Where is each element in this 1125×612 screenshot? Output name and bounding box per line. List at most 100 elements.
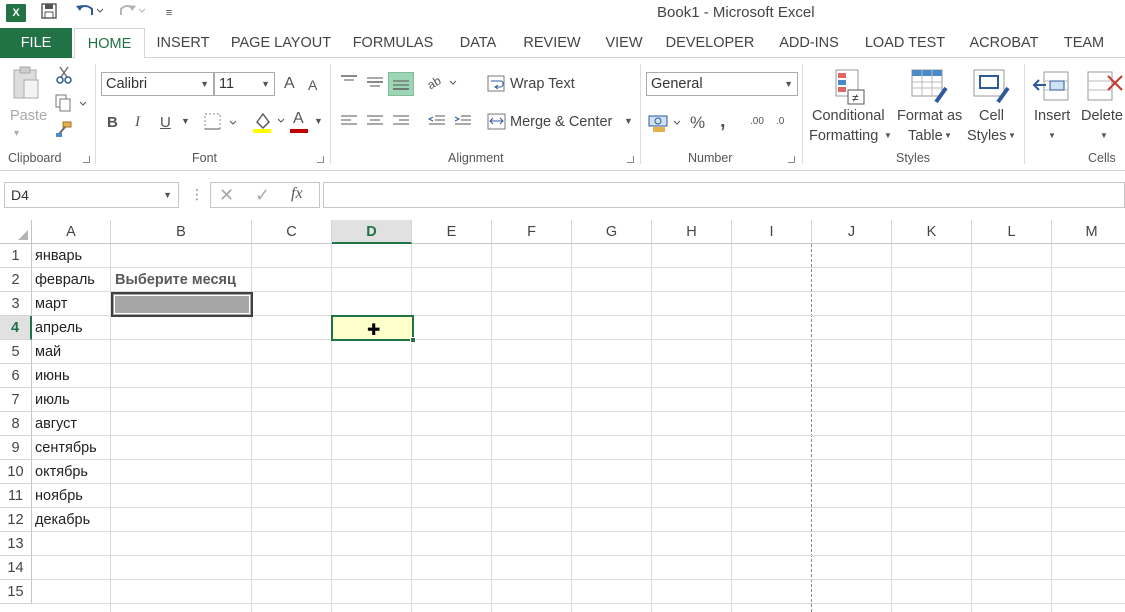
align-right-icon[interactable]: [390, 114, 412, 130]
wrap-text-icon[interactable]: [487, 75, 507, 93]
paste-dropdown-icon[interactable]: ▾: [14, 128, 19, 139]
delete-cells-icon[interactable]: [1086, 68, 1125, 104]
row-header-15[interactable]: 15: [0, 580, 32, 604]
row-header-6[interactable]: 6: [0, 364, 32, 388]
merge-center-button[interactable]: Merge & Center: [510, 114, 612, 130]
tab-data[interactable]: DATA: [450, 28, 506, 58]
tab-view[interactable]: VIEW: [598, 28, 650, 58]
column-header-h[interactable]: H: [652, 220, 732, 244]
align-middle-icon[interactable]: [364, 74, 386, 90]
column-header-c[interactable]: C: [252, 220, 332, 244]
delete-cells-button[interactable]: Delete: [1081, 108, 1123, 124]
fill-color-icon[interactable]: [252, 110, 288, 134]
tab-review[interactable]: REVIEW: [516, 28, 588, 58]
conditional-formatting-label-2[interactable]: Formatting: [809, 128, 878, 144]
format-as-table-icon[interactable]: [910, 68, 950, 106]
row-header-4[interactable]: 4: [0, 316, 32, 340]
paste-label[interactable]: Paste: [10, 108, 47, 124]
column-header-d[interactable]: D: [332, 220, 412, 244]
increase-decimal-button[interactable]: .00: [750, 116, 764, 127]
row-header-8[interactable]: 8: [0, 412, 32, 436]
paste-icon[interactable]: [10, 66, 42, 102]
conditional-formatting-icon[interactable]: ≠: [832, 68, 870, 106]
column-header-k[interactable]: K: [892, 220, 972, 244]
merge-dropdown-icon[interactable]: ▼: [624, 116, 633, 126]
clipboard-launcher-icon[interactable]: [83, 156, 90, 163]
increase-indent-icon[interactable]: [452, 114, 474, 130]
row-header-14[interactable]: 14: [0, 556, 32, 580]
row-header-11[interactable]: 11: [0, 484, 32, 508]
cell-a9[interactable]: сентябрь: [35, 436, 97, 460]
align-bottom-icon[interactable]: [388, 72, 414, 96]
font-launcher-icon[interactable]: [317, 156, 324, 163]
row-header-2[interactable]: 2: [0, 268, 32, 292]
chevron-down-icon[interactable]: ▼: [1008, 131, 1016, 140]
cell-a7[interactable]: июль: [35, 388, 70, 412]
cell-a3[interactable]: март: [35, 292, 67, 316]
tab-formulas[interactable]: FORMULAS: [346, 28, 440, 58]
cell-b2-label[interactable]: Выберите месяц: [115, 268, 236, 292]
tab-insert[interactable]: INSERT: [150, 28, 216, 58]
cut-icon[interactable]: [54, 66, 74, 86]
tab-home[interactable]: HOME: [74, 28, 145, 59]
select-all-icon[interactable]: [0, 220, 32, 244]
tab-file[interactable]: FILE: [0, 28, 72, 58]
bold-button[interactable]: B: [107, 114, 118, 131]
underline-button[interactable]: U: [160, 114, 171, 131]
column-header-e[interactable]: E: [412, 220, 492, 244]
cell-a10[interactable]: октябрь: [35, 460, 88, 484]
row-header-9[interactable]: 9: [0, 436, 32, 460]
percent-button[interactable]: %: [690, 113, 705, 133]
tab-load-test[interactable]: LOAD TEST: [858, 28, 952, 58]
cell-b3-month-select[interactable]: [111, 292, 253, 317]
cell-styles-icon[interactable]: [972, 68, 1012, 106]
decrease-decimal-button[interactable]: .0: [776, 116, 784, 127]
font-color-icon[interactable]: A: [293, 110, 304, 128]
format-painter-icon[interactable]: [54, 120, 74, 140]
decrease-indent-icon[interactable]: [426, 114, 448, 130]
tab-acrobat[interactable]: ACROBAT: [962, 28, 1046, 58]
underline-dropdown-icon[interactable]: ▼: [181, 116, 190, 126]
align-center-icon[interactable]: [364, 114, 386, 130]
formula-bar-resize-icon[interactable]: ⋮: [190, 186, 204, 203]
formula-input[interactable]: [323, 182, 1125, 208]
tab-add-ins[interactable]: ADD-INS: [770, 28, 848, 58]
copy-icon[interactable]: [54, 94, 88, 114]
column-header-j[interactable]: J: [812, 220, 892, 244]
comma-button[interactable]: ,: [720, 110, 726, 133]
cell-a8[interactable]: август: [35, 412, 77, 436]
wrap-text-button[interactable]: Wrap Text: [510, 76, 575, 92]
row-header-3[interactable]: 3: [0, 292, 32, 316]
tab-page-layout[interactable]: PAGE LAYOUT: [226, 28, 336, 58]
row-header-10[interactable]: 10: [0, 460, 32, 484]
column-header-f[interactable]: F: [492, 220, 572, 244]
conditional-formatting-label-1[interactable]: Conditional: [812, 108, 885, 124]
cell-a6[interactable]: июнь: [35, 364, 70, 388]
row-header-5[interactable]: 5: [0, 340, 32, 364]
tab-developer[interactable]: DEVELOPER: [660, 28, 760, 58]
chevron-down-icon[interactable]: ▼: [944, 131, 952, 140]
insert-function-icon[interactable]: fx: [291, 185, 303, 203]
column-header-i[interactable]: I: [732, 220, 812, 244]
format-as-table-label-1[interactable]: Format as: [897, 108, 962, 124]
column-header-l[interactable]: L: [972, 220, 1052, 244]
font-color-dropdown-icon[interactable]: ▼: [314, 116, 323, 126]
accounting-format-icon[interactable]: [648, 112, 684, 134]
fill-handle[interactable]: [410, 337, 416, 343]
number-launcher-icon[interactable]: [788, 156, 795, 163]
customize-icon[interactable]: ≡: [158, 3, 180, 23]
italic-button[interactable]: I: [135, 114, 140, 131]
column-header-g[interactable]: G: [572, 220, 652, 244]
chevron-down-icon[interactable]: ▼: [1100, 131, 1108, 140]
redo-icon[interactable]: [116, 3, 146, 23]
cell-a11[interactable]: ноябрь: [35, 484, 83, 508]
cell-a2[interactable]: февраль: [35, 268, 95, 292]
spreadsheet-grid[interactable]: A B C D E F G H I J K L M 1 2 3 4 5 6 7 8 9 10 11 12 13 14 15 январь…: [0, 220, 1125, 612]
cell-styles-label-1[interactable]: Cell: [979, 108, 1004, 124]
enter-icon[interactable]: ✓: [255, 185, 270, 206]
align-top-icon[interactable]: [338, 74, 360, 90]
row-header-1[interactable]: 1: [0, 244, 32, 268]
format-as-table-label-2[interactable]: Table: [908, 128, 943, 144]
cell-a4[interactable]: апрель: [35, 316, 83, 340]
excel-logo-icon[interactable]: X: [6, 4, 26, 22]
